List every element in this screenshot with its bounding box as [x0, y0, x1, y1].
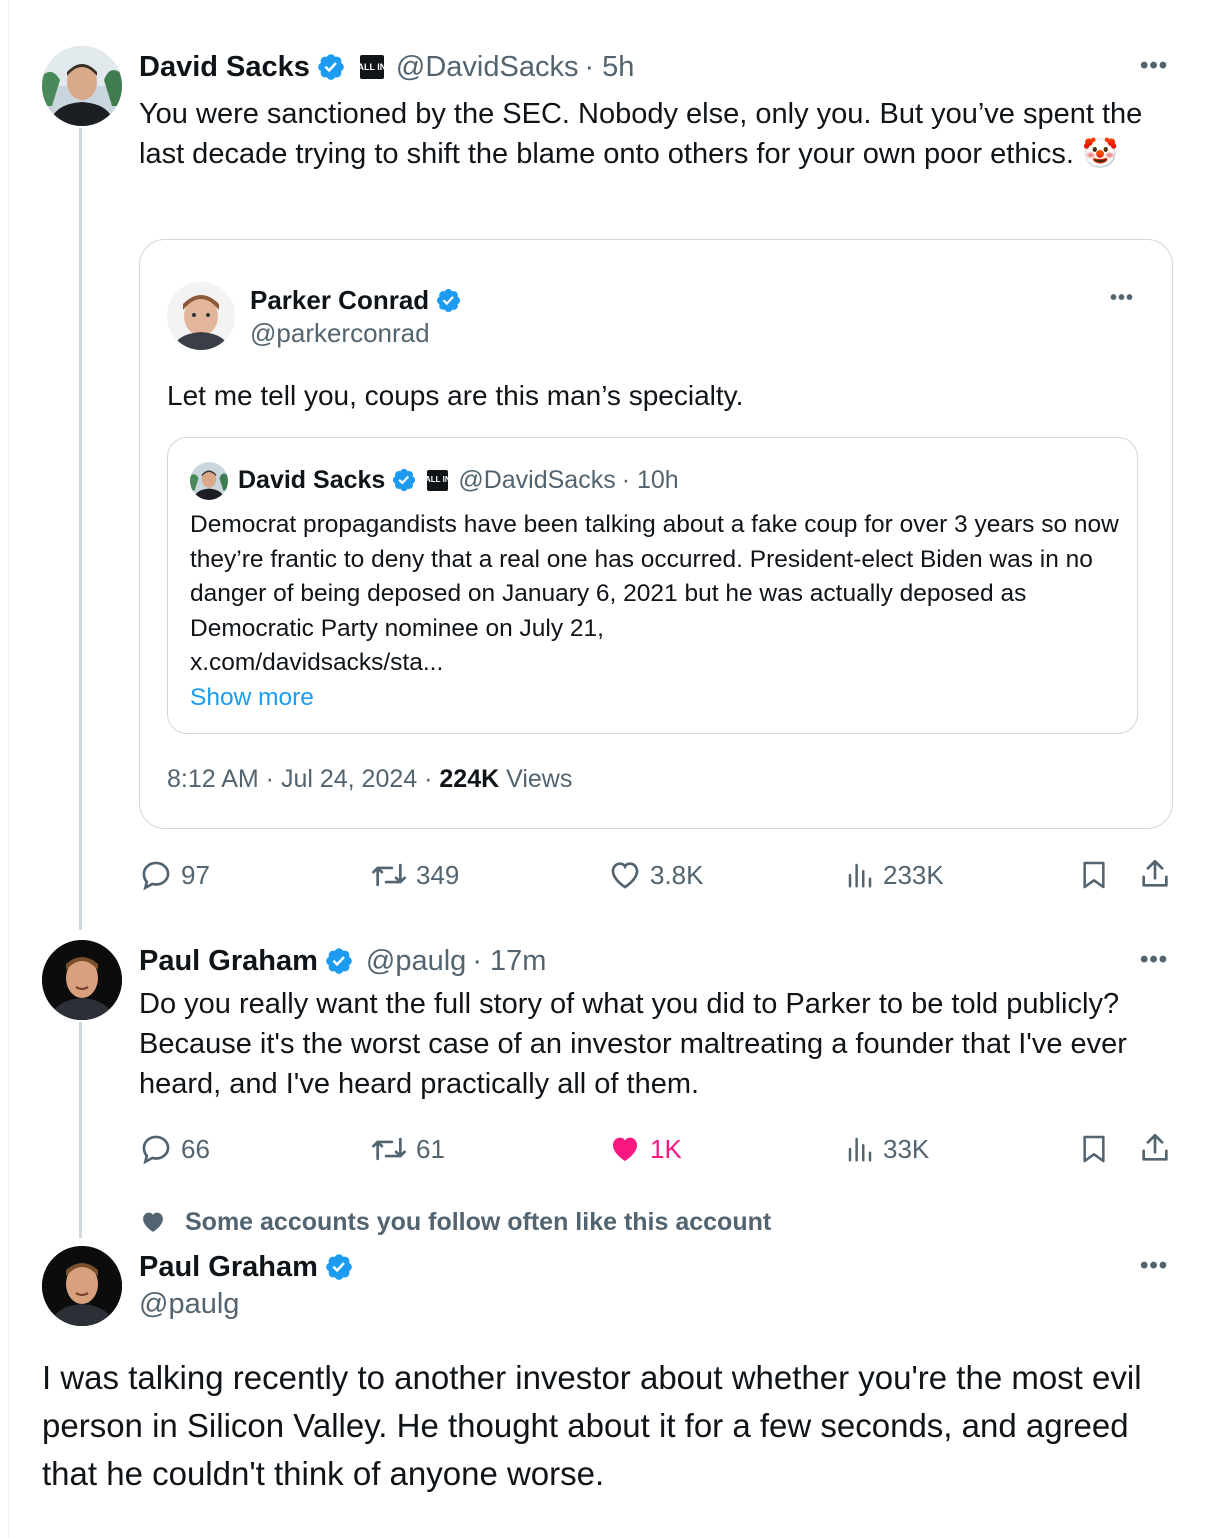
share-icon [1142, 1133, 1168, 1161]
heart-icon [611, 862, 639, 889]
author-name[interactable]: Paul Graham [139, 945, 318, 978]
nested-author-handle[interactable]: @DavidSacks [458, 466, 615, 495]
author-name[interactable]: David Sacks [139, 51, 310, 84]
repost-icon [372, 1137, 406, 1161]
views-button[interactable]: 233K [845, 858, 944, 892]
more-options-icon[interactable]: ••• [1110, 287, 1134, 310]
repost-button[interactable]: 61 [370, 1132, 445, 1166]
avatar-david-sacks[interactable] [42, 46, 122, 126]
reply-count: 97 [181, 859, 210, 890]
share-button[interactable] [1138, 856, 1172, 897]
social-context-text: Some accounts you follow often like this… [185, 1207, 772, 1236]
author-handle[interactable]: @paulg [139, 1288, 239, 1321]
reply-count: 66 [181, 1133, 210, 1164]
bookmark-button[interactable] [1078, 1132, 1110, 1171]
bookmark-button[interactable] [1078, 858, 1110, 897]
social-context: Some accounts you follow often like this… [139, 1205, 771, 1239]
affiliation-badge-icon[interactable]: ALL IN [425, 469, 451, 491]
quote-author-name[interactable]: Parker Conrad [250, 285, 429, 316]
repost-count: 349 [416, 859, 460, 890]
repost-count: 61 [416, 1133, 445, 1164]
tweet-thread: David Sacks ALL IN @DavidSacks · 5h ••• … [0, 0, 1206, 1538]
share-button[interactable] [1138, 1130, 1172, 1171]
nested-link[interactable]: x.com/davidsacks/sta... [190, 649, 443, 676]
share-icon [1142, 859, 1168, 887]
views-count: 33K [883, 1133, 930, 1164]
reply-icon [142, 861, 170, 891]
more-options-icon[interactable]: ••• [1140, 1252, 1168, 1280]
analytics-icon [848, 863, 872, 888]
more-options-icon[interactable]: ••• [1140, 52, 1168, 80]
quote-views-label: Views [499, 765, 573, 793]
nested-quote-header: David Sacks ALL IN @DavidSacks · 10h [238, 462, 679, 498]
quote-timestamp[interactable]: 8:12 AM · Jul 24, 2024 · [167, 765, 439, 793]
quote-header: Parker Conrad [250, 282, 462, 318]
verified-badge-icon [437, 288, 461, 312]
verified-badge-icon [393, 468, 416, 492]
clown-emoji-icon: 🤡 [1082, 138, 1119, 170]
repost-icon [372, 863, 406, 887]
tweet2-text: Do you really want the full story of wha… [139, 988, 1127, 1100]
nested-body: Democrat propagandists have been talking… [190, 511, 1119, 642]
nested-quote-text: Democrat propagandists have been talking… [190, 508, 1120, 715]
reply-button[interactable]: 66 [139, 1132, 210, 1166]
thread-line [79, 1022, 82, 1238]
nested-tweet-time[interactable]: · 10h [622, 466, 679, 495]
avatar-parker-conrad[interactable] [167, 282, 235, 350]
thread-line [79, 128, 82, 930]
reply-button[interactable]: 97 [139, 858, 210, 892]
like-count: 1K [650, 1133, 682, 1164]
nested-author-name[interactable]: David Sacks [238, 466, 385, 495]
tweet3-header: Paul Graham [139, 1246, 354, 1288]
quote-text: Let me tell you, coups are this man’s sp… [167, 380, 744, 411]
tweet1-header: David Sacks ALL IN @DavidSacks · 5h [139, 46, 634, 88]
quote-views-count: 224K [439, 765, 500, 793]
verified-badge-icon [326, 1254, 352, 1280]
bookmark-icon [1083, 861, 1105, 889]
heart-filled-icon [612, 1137, 638, 1162]
avatar-paul-graham[interactable] [42, 940, 122, 1020]
author-handle[interactable]: @paulg [366, 945, 466, 978]
bookmark-icon [1083, 1135, 1105, 1163]
quote-timestamp-row: 8:12 AM · Jul 24, 2024 · 224K Views [167, 765, 572, 794]
avatar-david-sacks-small[interactable] [190, 462, 228, 500]
reply-icon [142, 1135, 170, 1165]
show-more-link[interactable]: Show more [190, 684, 314, 711]
avatar-paul-graham[interactable] [42, 1246, 122, 1326]
tweet3-text: I was talking recently to another invest… [42, 1359, 1142, 1492]
tweet-time[interactable]: · 17m [472, 945, 546, 978]
views-count: 233K [883, 859, 944, 890]
more-options-icon[interactable]: ••• [1140, 946, 1168, 974]
tweet-time[interactable]: · 5h [584, 51, 634, 84]
like-count: 3.8K [650, 859, 704, 890]
tweet1-text: You were sanctioned by the SEC. Nobody e… [139, 94, 1179, 174]
heart-small-icon [143, 1212, 163, 1232]
verified-badge-icon [318, 54, 344, 80]
author-name[interactable]: Paul Graham [139, 1251, 318, 1284]
analytics-icon [848, 1137, 872, 1162]
verified-badge-icon [326, 948, 352, 974]
repost-button[interactable]: 349 [370, 858, 459, 892]
views-button[interactable]: 33K [845, 1132, 929, 1166]
like-button-liked[interactable]: 1K [608, 1132, 682, 1166]
affiliation-badge-icon[interactable]: ALL IN [357, 55, 386, 79]
column-border [8, 0, 9, 1538]
like-button[interactable]: 3.8K [608, 858, 704, 892]
author-handle[interactable]: @DavidSacks [396, 51, 579, 84]
tweet-body: You were sanctioned by the SEC. Nobody e… [139, 98, 1143, 170]
quote-author-handle[interactable]: @parkerconrad [250, 318, 430, 349]
tweet2-header: Paul Graham @paulg · 17m [139, 940, 546, 982]
